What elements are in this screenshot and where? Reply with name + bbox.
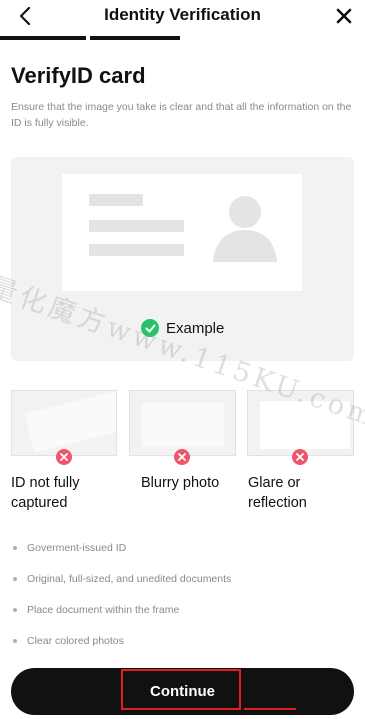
id-card-line bbox=[89, 194, 143, 206]
bad-example-thumbnail-blurry bbox=[129, 390, 236, 456]
requirement-item: Goverment-issued ID bbox=[13, 540, 231, 571]
id-card-line bbox=[89, 244, 184, 256]
requirement-item: Clear colored photos bbox=[13, 633, 231, 664]
error-x-icon bbox=[56, 449, 72, 465]
id-card-illustration bbox=[62, 174, 302, 291]
bad-example-thumbnail-cropped bbox=[11, 390, 117, 456]
example-id-card-panel: Example bbox=[11, 157, 354, 361]
person-silhouette-icon bbox=[213, 196, 277, 262]
error-x-icon bbox=[292, 449, 308, 465]
annotation-underline bbox=[244, 708, 296, 710]
bad-example-label: ID not fully captured bbox=[11, 475, 80, 511]
blurry-card-shape bbox=[142, 403, 224, 447]
requirements-list: Goverment-issued ID Original, full-sized… bbox=[13, 540, 231, 664]
page-title: Identity Verification bbox=[104, 5, 261, 24]
instruction-text: Ensure that the image you take is clear … bbox=[11, 101, 352, 129]
example-label: Example bbox=[141, 319, 224, 337]
glare-card-shape bbox=[260, 401, 350, 449]
section-heading: VerifyID card bbox=[11, 63, 146, 88]
close-icon bbox=[336, 8, 352, 24]
check-circle-icon bbox=[141, 319, 159, 337]
close-button[interactable] bbox=[331, 4, 357, 28]
continue-button[interactable]: Continue bbox=[11, 668, 354, 715]
requirement-item: Original, full-sized, and unedited docum… bbox=[13, 571, 231, 602]
progress-step-2 bbox=[90, 36, 180, 40]
bad-example-thumbnail-glare bbox=[247, 390, 354, 456]
cropped-card-shape bbox=[24, 391, 116, 453]
bad-example-label: Glare or reflection bbox=[248, 475, 307, 511]
error-x-icon bbox=[174, 449, 190, 465]
continue-label: Continue bbox=[150, 683, 215, 700]
requirement-item: Place document within the frame bbox=[13, 602, 231, 633]
id-card-line bbox=[89, 220, 184, 232]
progress-step-1 bbox=[0, 36, 86, 40]
bad-example-label: Blurry photo bbox=[141, 475, 220, 491]
top-bar: Identity Verification bbox=[0, 0, 365, 36]
example-text: Example bbox=[166, 319, 225, 337]
